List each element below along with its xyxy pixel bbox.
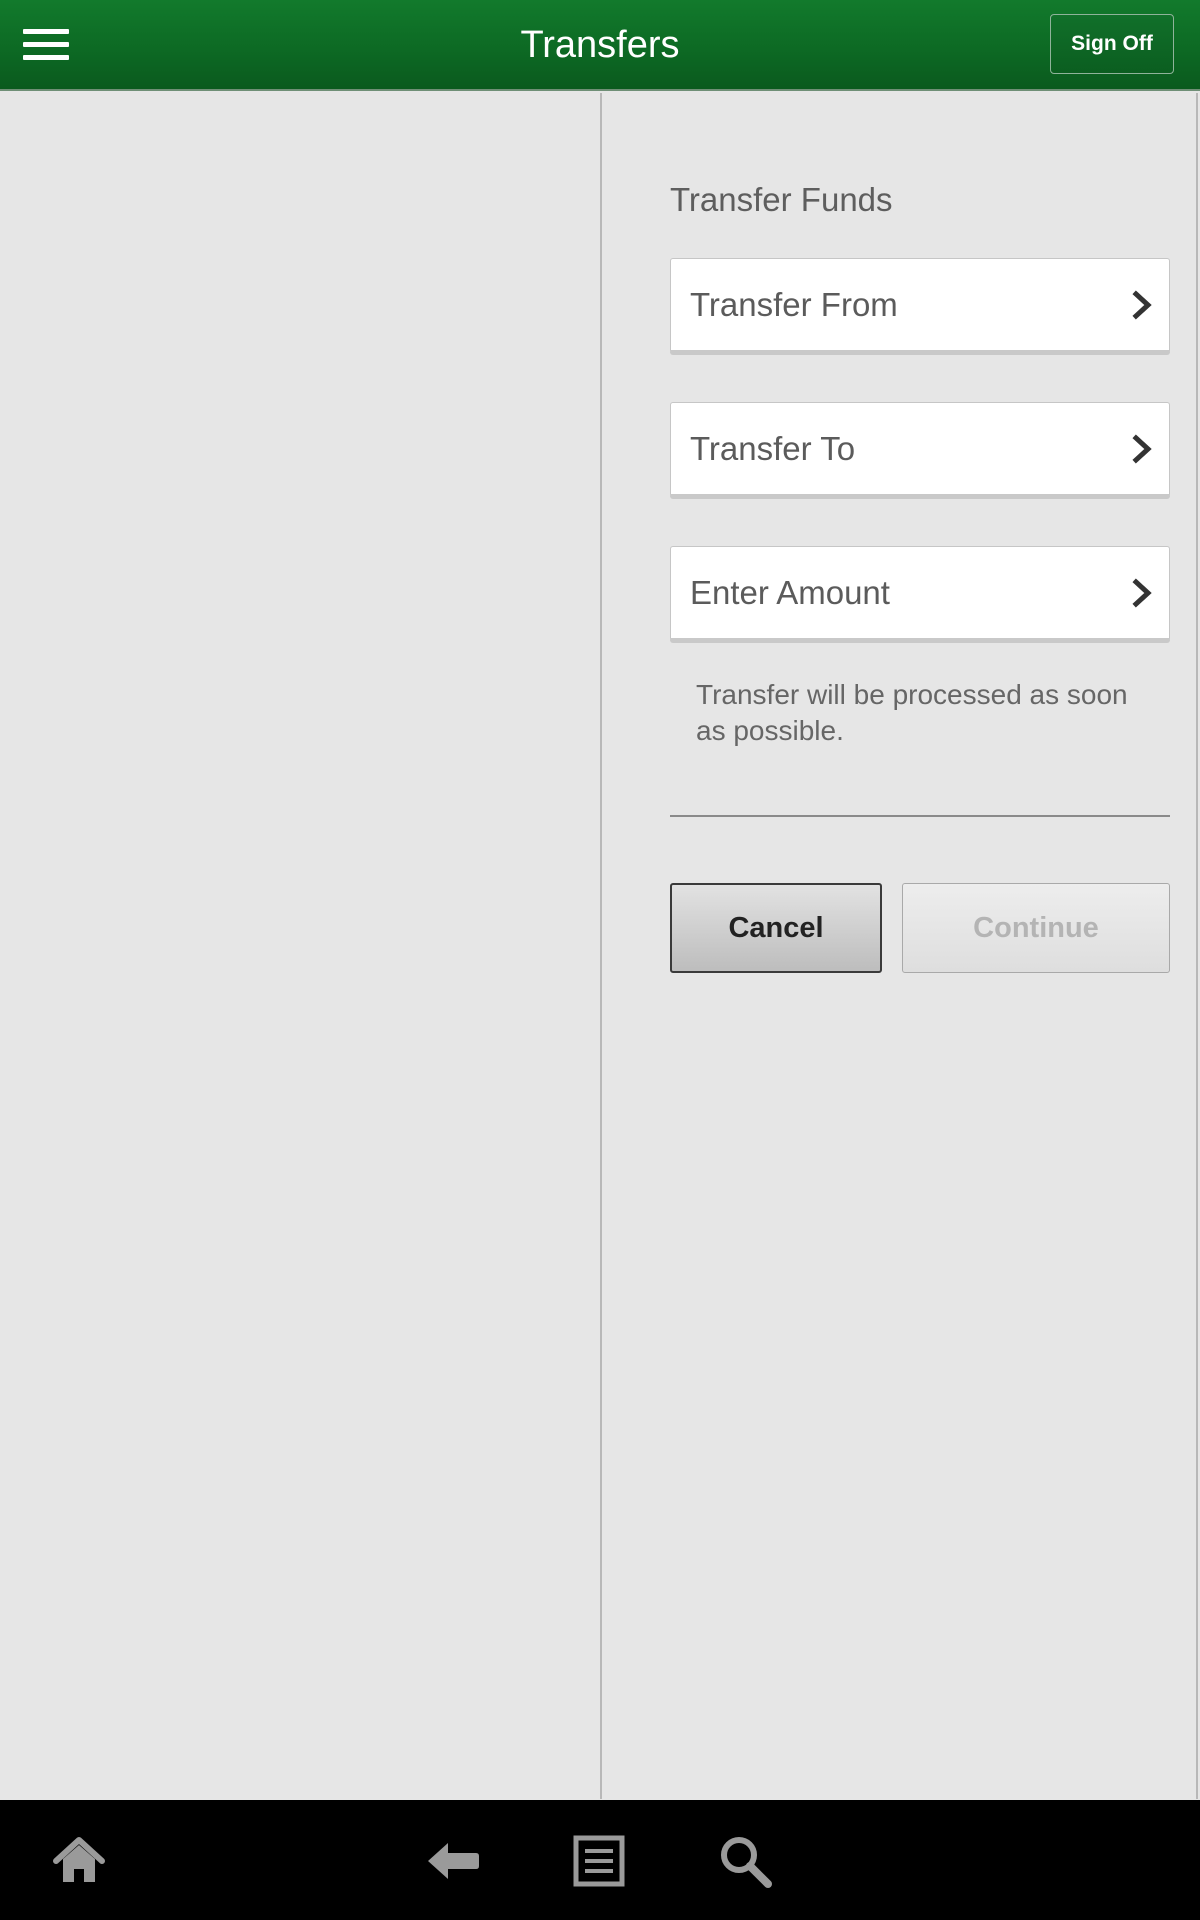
recent-apps-icon[interactable] xyxy=(570,1832,628,1890)
menu-bar xyxy=(23,28,69,34)
home-icon[interactable] xyxy=(50,1832,108,1890)
cancel-button[interactable]: Cancel xyxy=(670,883,882,973)
page-title: Transfers xyxy=(520,24,680,66)
transfer-to-row[interactable]: Transfer To xyxy=(670,402,1170,499)
back-arrow-icon[interactable] xyxy=(424,1832,482,1890)
left-pane xyxy=(0,93,600,1799)
sign-off-button[interactable]: Sign Off xyxy=(1050,14,1174,74)
transfer-from-label: Transfer From xyxy=(690,286,898,323)
processing-note: Transfer will be processed as soon as po… xyxy=(696,679,1128,746)
chevron-right-icon xyxy=(1132,290,1152,320)
transfer-to-label: Transfer To xyxy=(690,430,856,467)
enter-amount-label: Enter Amount xyxy=(690,574,890,611)
menu-bar xyxy=(23,41,69,47)
continue-button[interactable]: Continue xyxy=(902,883,1170,973)
system-nav-bar xyxy=(0,1800,1200,1920)
app-header: Transfers Sign Off xyxy=(0,0,1200,91)
chevron-right-icon xyxy=(1132,434,1152,464)
menu-bar xyxy=(23,54,69,60)
chevron-right-icon xyxy=(1132,578,1152,608)
transfer-from-row[interactable]: Transfer From xyxy=(670,258,1170,355)
search-icon[interactable] xyxy=(716,1832,774,1890)
section-title: Transfer Funds xyxy=(670,181,893,218)
transfer-form-pane: Transfer Funds Transfer From Transfer To… xyxy=(602,93,1198,1799)
form-divider xyxy=(670,815,1170,817)
hamburger-menu-icon[interactable] xyxy=(14,14,78,74)
enter-amount-row[interactable]: Enter Amount xyxy=(670,546,1170,643)
